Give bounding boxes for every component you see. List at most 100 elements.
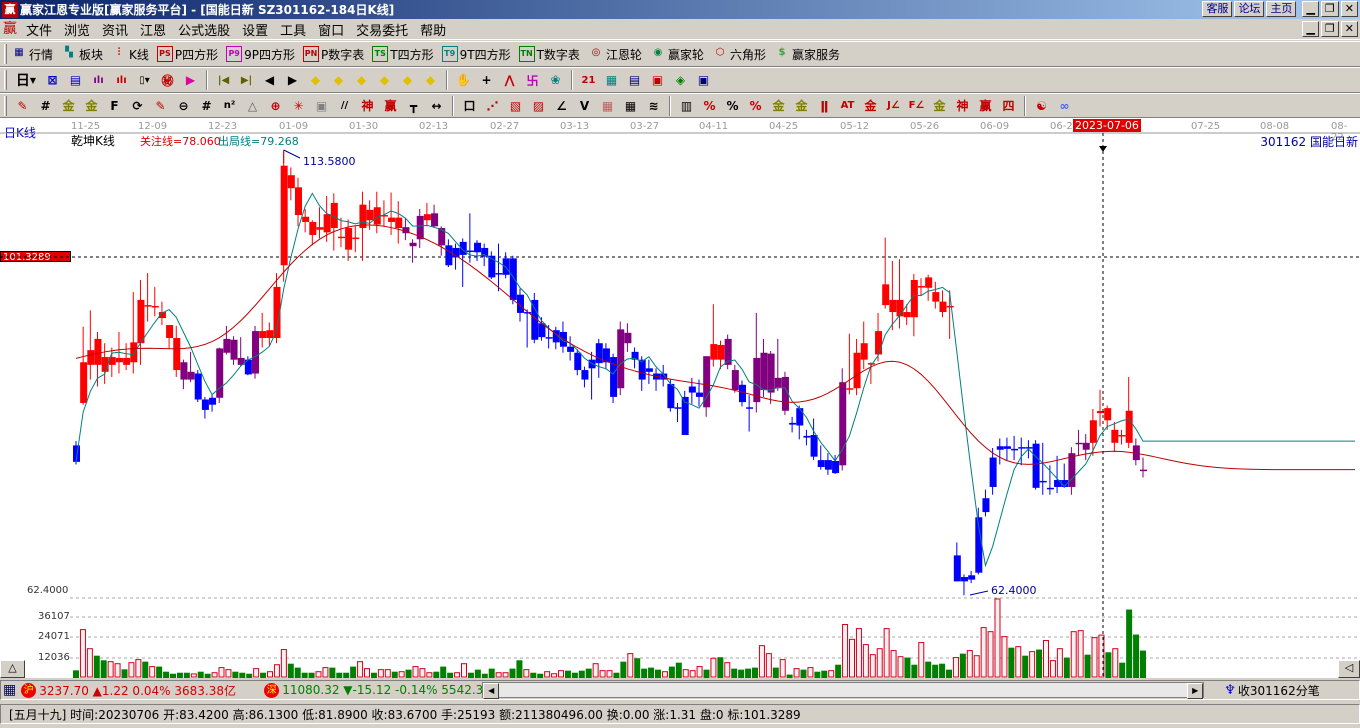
- scroll-up-button[interactable]: △: [0, 660, 25, 678]
- expand-icon[interactable]: ↔: [425, 95, 448, 117]
- customer-service-button[interactable]: 客服: [1202, 1, 1233, 17]
- toolbar-button-hexagon[interactable]: ⬡ 六角形: [712, 46, 766, 63]
- computer-icon[interactable]: ▣: [692, 69, 715, 91]
- network-icon[interactable]: ◈: [669, 69, 692, 91]
- toolbar-button-ps[interactable]: PS P四方形: [156, 46, 218, 63]
- bars3-icon[interactable]: ılı: [87, 69, 110, 91]
- pattern-icon[interactable]: ⊠: [41, 69, 64, 91]
- kline-chart[interactable]: 11-25 12-09 12-23 01-09 01-30 02-13 02-27 03-13…: [0, 118, 1360, 678]
- menu-file[interactable]: 文件: [20, 20, 58, 39]
- yin-yang-icon[interactable]: ☯: [1030, 95, 1053, 117]
- percent-red-icon[interactable]: %: [698, 95, 721, 117]
- at-icon[interactable]: AT: [836, 95, 859, 117]
- circle-cycle-icon[interactable]: ⊖: [172, 95, 195, 117]
- menu-logo[interactable]: 赢: [2, 21, 18, 37]
- kline-pattern-icon[interactable]: ㊙: [156, 69, 179, 91]
- toolbar-button-gann-wheel[interactable]: ◎ 江恩轮: [588, 46, 642, 63]
- toolbar-button-tn[interactable]: TN T数字表: [518, 46, 580, 63]
- calendar-icon[interactable]: 21: [577, 69, 600, 91]
- percent-lines-icon[interactable]: %: [744, 95, 767, 117]
- menu-tools[interactable]: 工具: [274, 20, 312, 39]
- square-grid-icon[interactable]: ▣: [310, 95, 333, 117]
- grid-icon[interactable]: ▦: [596, 95, 619, 117]
- fan-icon[interactable]: ⋰: [481, 95, 504, 117]
- menu-gann[interactable]: 江恩: [134, 20, 172, 39]
- zigzag-icon[interactable]: ⋀: [498, 69, 521, 91]
- shanghai-index[interactable]: 3237.70 ▲1.22 0.04% 3683.38亿: [39, 682, 261, 699]
- menu-browse[interactable]: 浏览: [58, 20, 96, 39]
- first-icon[interactable]: |◀: [212, 69, 235, 91]
- ticker-scrollbar[interactable]: ◀ ▶: [482, 682, 1205, 699]
- hand-icon[interactable]: ✋: [452, 69, 475, 91]
- slant-lines-icon[interactable]: ≋: [642, 95, 665, 117]
- shift-right-icon[interactable]: ◆: [327, 69, 350, 91]
- star-icon[interactable]: ✳: [287, 95, 310, 117]
- zoom-in-icon[interactable]: ◆: [373, 69, 396, 91]
- menu-help[interactable]: 帮助: [414, 20, 452, 39]
- ying-icon[interactable]: 赢: [379, 95, 402, 117]
- document-icon[interactable]: ▤: [623, 69, 646, 91]
- zoom-out-icon[interactable]: ◆: [419, 69, 442, 91]
- gold-lines3-icon[interactable]: 金: [790, 95, 813, 117]
- fib-lines-icon[interactable]: F: [103, 95, 126, 117]
- v-icon[interactable]: V: [573, 95, 596, 117]
- target-icon[interactable]: ⊕: [264, 95, 287, 117]
- scroll-left-arrow[interactable]: ◀: [483, 683, 500, 699]
- table-icon[interactable]: ▥: [675, 95, 698, 117]
- j-angle-icon[interactable]: J∠: [882, 95, 905, 117]
- homepage-button[interactable]: 主页: [1266, 1, 1297, 17]
- crosshair-icon[interactable]: +: [475, 69, 498, 91]
- shen-angle-icon[interactable]: 神: [951, 95, 974, 117]
- candle-dropdown-icon[interactable]: ▯▾: [133, 69, 156, 91]
- pencil2-icon[interactable]: ✎: [149, 95, 172, 117]
- gold-lines-icon[interactable]: 金: [57, 95, 80, 117]
- restore-button[interactable]: ❐: [1320, 1, 1339, 17]
- mdi-minimize-button[interactable]: ▁: [1302, 21, 1319, 37]
- zoom-vertical-icon[interactable]: ◆: [396, 69, 419, 91]
- grid2-icon[interactable]: ▦: [619, 95, 642, 117]
- cycle-lines-icon[interactable]: #: [195, 95, 218, 117]
- toolbar-grip[interactable]: [4, 44, 7, 64]
- forum-button[interactable]: 论坛: [1234, 1, 1265, 17]
- bar-pen-icon[interactable]: ǁ: [813, 95, 836, 117]
- scroll-left-button[interactable]: ◁: [1338, 660, 1360, 678]
- ying-angle-icon[interactable]: 赢: [974, 95, 997, 117]
- minimize-button[interactable]: ▁: [1302, 1, 1319, 17]
- toolbar-button-kline[interactable]: ⫶ K线: [111, 46, 149, 63]
- zoom-horizontal-icon[interactable]: ◆: [350, 69, 373, 91]
- calculator-icon[interactable]: ▦: [600, 69, 623, 91]
- triangle-icon[interactable]: △: [241, 95, 264, 117]
- last-icon[interactable]: ▶|: [235, 69, 258, 91]
- close-button[interactable]: ✕: [1340, 1, 1358, 17]
- flag-icon[interactable]: ▶: [179, 69, 202, 91]
- save-icon[interactable]: ▣: [646, 69, 669, 91]
- ruler-icon[interactable]: ┳: [402, 95, 425, 117]
- f-angle-icon[interactable]: F∠: [905, 95, 928, 117]
- toolbar-grip[interactable]: [4, 95, 7, 116]
- menu-formula[interactable]: 公式选股: [172, 20, 236, 39]
- scroll-right-arrow[interactable]: ▶: [1187, 683, 1204, 699]
- brain-icon[interactable]: ❀: [544, 69, 567, 91]
- next-icon[interactable]: ▶: [281, 69, 304, 91]
- infinity-icon[interactable]: ∞: [1053, 95, 1076, 117]
- angle-lines-icon[interactable]: //: [333, 95, 356, 117]
- prev-icon[interactable]: ◀: [258, 69, 281, 91]
- parallel-lines-icon[interactable]: #: [34, 95, 57, 117]
- cut-icon[interactable]: 卐: [521, 69, 544, 91]
- shenzhen-index[interactable]: 11080.32 ▼-15.12 -0.14% 5542.3: [282, 683, 482, 697]
- toolbar-button-p9[interactable]: P9 9P四方形: [226, 46, 295, 63]
- toolbar-button-pn[interactable]: PN P数字表: [303, 46, 364, 63]
- notebook-icon[interactable]: ▤: [64, 69, 87, 91]
- quote-table-icon[interactable]: ▦: [3, 682, 16, 698]
- menu-settings[interactable]: 设置: [236, 20, 274, 39]
- toolbar-grip[interactable]: [4, 70, 7, 90]
- gold-box-icon[interactable]: 金: [859, 95, 882, 117]
- toolbar-button-winner-wheel[interactable]: ◉ 赢家轮: [650, 46, 704, 63]
- toolbar-button-ts[interactable]: TS T四方形: [372, 46, 434, 63]
- box-icon[interactable]: 口: [458, 95, 481, 117]
- gold-angle-icon[interactable]: 金: [928, 95, 951, 117]
- gann-box-icon[interactable]: ▧: [504, 95, 527, 117]
- spiral-icon[interactable]: ⟳: [126, 95, 149, 117]
- menu-window[interactable]: 窗口: [312, 20, 350, 39]
- shift-left-icon[interactable]: ◆: [304, 69, 327, 91]
